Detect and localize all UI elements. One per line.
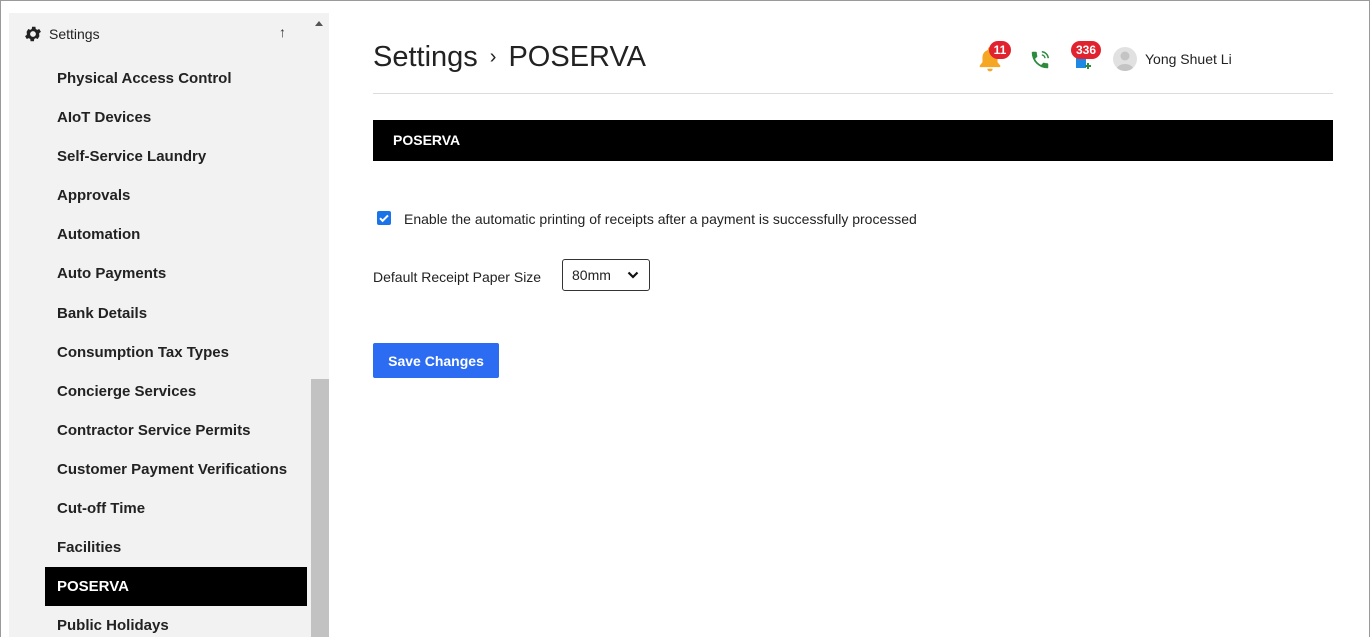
- chevron-down-icon: [627, 271, 639, 279]
- breadcrumb-current: POSERVA: [508, 41, 647, 73]
- sidebar-item-physical-access-control[interactable]: Physical Access Control: [45, 59, 307, 98]
- save-button[interactable]: Save Changes: [373, 343, 499, 378]
- sidebar-item-bank-details[interactable]: Bank Details: [45, 294, 307, 333]
- app-window: Settings ↑ Physical Access Control AIoT …: [0, 0, 1370, 637]
- sidebar-list: Physical Access Control AIoT Devices Sel…: [45, 59, 307, 637]
- notification-badge: 11: [989, 41, 1011, 59]
- sidebar-item-poserva[interactable]: POSERVA: [45, 567, 307, 607]
- phone-icon[interactable]: [1029, 49, 1051, 71]
- arrow-up-icon[interactable]: ↑: [279, 24, 286, 40]
- sidebar-item-auto-payments[interactable]: Auto Payments: [45, 254, 307, 293]
- header-divider: [373, 93, 1333, 94]
- sidebar-header[interactable]: Settings ↑: [9, 13, 309, 53]
- sidebar-title: Settings: [49, 26, 100, 42]
- main-content: Settings › POSERVA 11 336 Yong Shuet Li …: [373, 1, 1333, 637]
- gear-icon: [25, 26, 41, 42]
- checkmark-icon: [379, 214, 389, 223]
- sidebar-item-public-holidays[interactable]: Public Holidays: [45, 606, 307, 637]
- section-title-bar: POSERVA: [373, 120, 1333, 161]
- paper-size-label: Default Receipt Paper Size: [373, 269, 542, 285]
- sidebar-item-cut-off-time[interactable]: Cut-off Time: [45, 489, 307, 528]
- sidebar-item-consumption-tax-types[interactable]: Consumption Tax Types: [45, 333, 307, 372]
- paper-size-select[interactable]: 80mm: [562, 259, 650, 291]
- scroll-up-icon[interactable]: [315, 21, 323, 26]
- sidebar-item-customer-payment-verifications[interactable]: Customer Payment Verifications: [45, 450, 307, 489]
- sidebar-item-concierge-services[interactable]: Concierge Services: [45, 372, 307, 411]
- sidebar-scrollbar[interactable]: [311, 13, 329, 637]
- auto-print-checkbox[interactable]: [377, 211, 391, 225]
- sidebar-item-contractor-service-permits[interactable]: Contractor Service Permits: [45, 411, 307, 450]
- avatar[interactable]: [1113, 47, 1137, 71]
- sidebar-item-aiot-devices[interactable]: AIoT Devices: [45, 98, 307, 137]
- auto-print-label[interactable]: Enable the automatic printing of receipt…: [404, 211, 917, 227]
- sidebar-item-automation[interactable]: Automation: [45, 215, 307, 254]
- breadcrumb-root[interactable]: Settings: [373, 41, 478, 73]
- sidebar: Settings ↑ Physical Access Control AIoT …: [9, 13, 329, 637]
- user-name[interactable]: Yong Shuet Li: [1145, 51, 1232, 67]
- sidebar-item-self-service-laundry[interactable]: Self-Service Laundry: [45, 137, 307, 176]
- user-icon: [1116, 51, 1134, 71]
- sidebar-item-facilities[interactable]: Facilities: [45, 528, 307, 567]
- message-badge: 336: [1071, 41, 1101, 59]
- page-title: Settings › POSERVA: [373, 41, 646, 74]
- scrollbar-thumb[interactable]: [311, 379, 329, 637]
- paper-size-value: 80mm: [572, 267, 611, 283]
- breadcrumb-separator: ›: [489, 46, 497, 68]
- sidebar-item-approvals[interactable]: Approvals: [45, 176, 307, 215]
